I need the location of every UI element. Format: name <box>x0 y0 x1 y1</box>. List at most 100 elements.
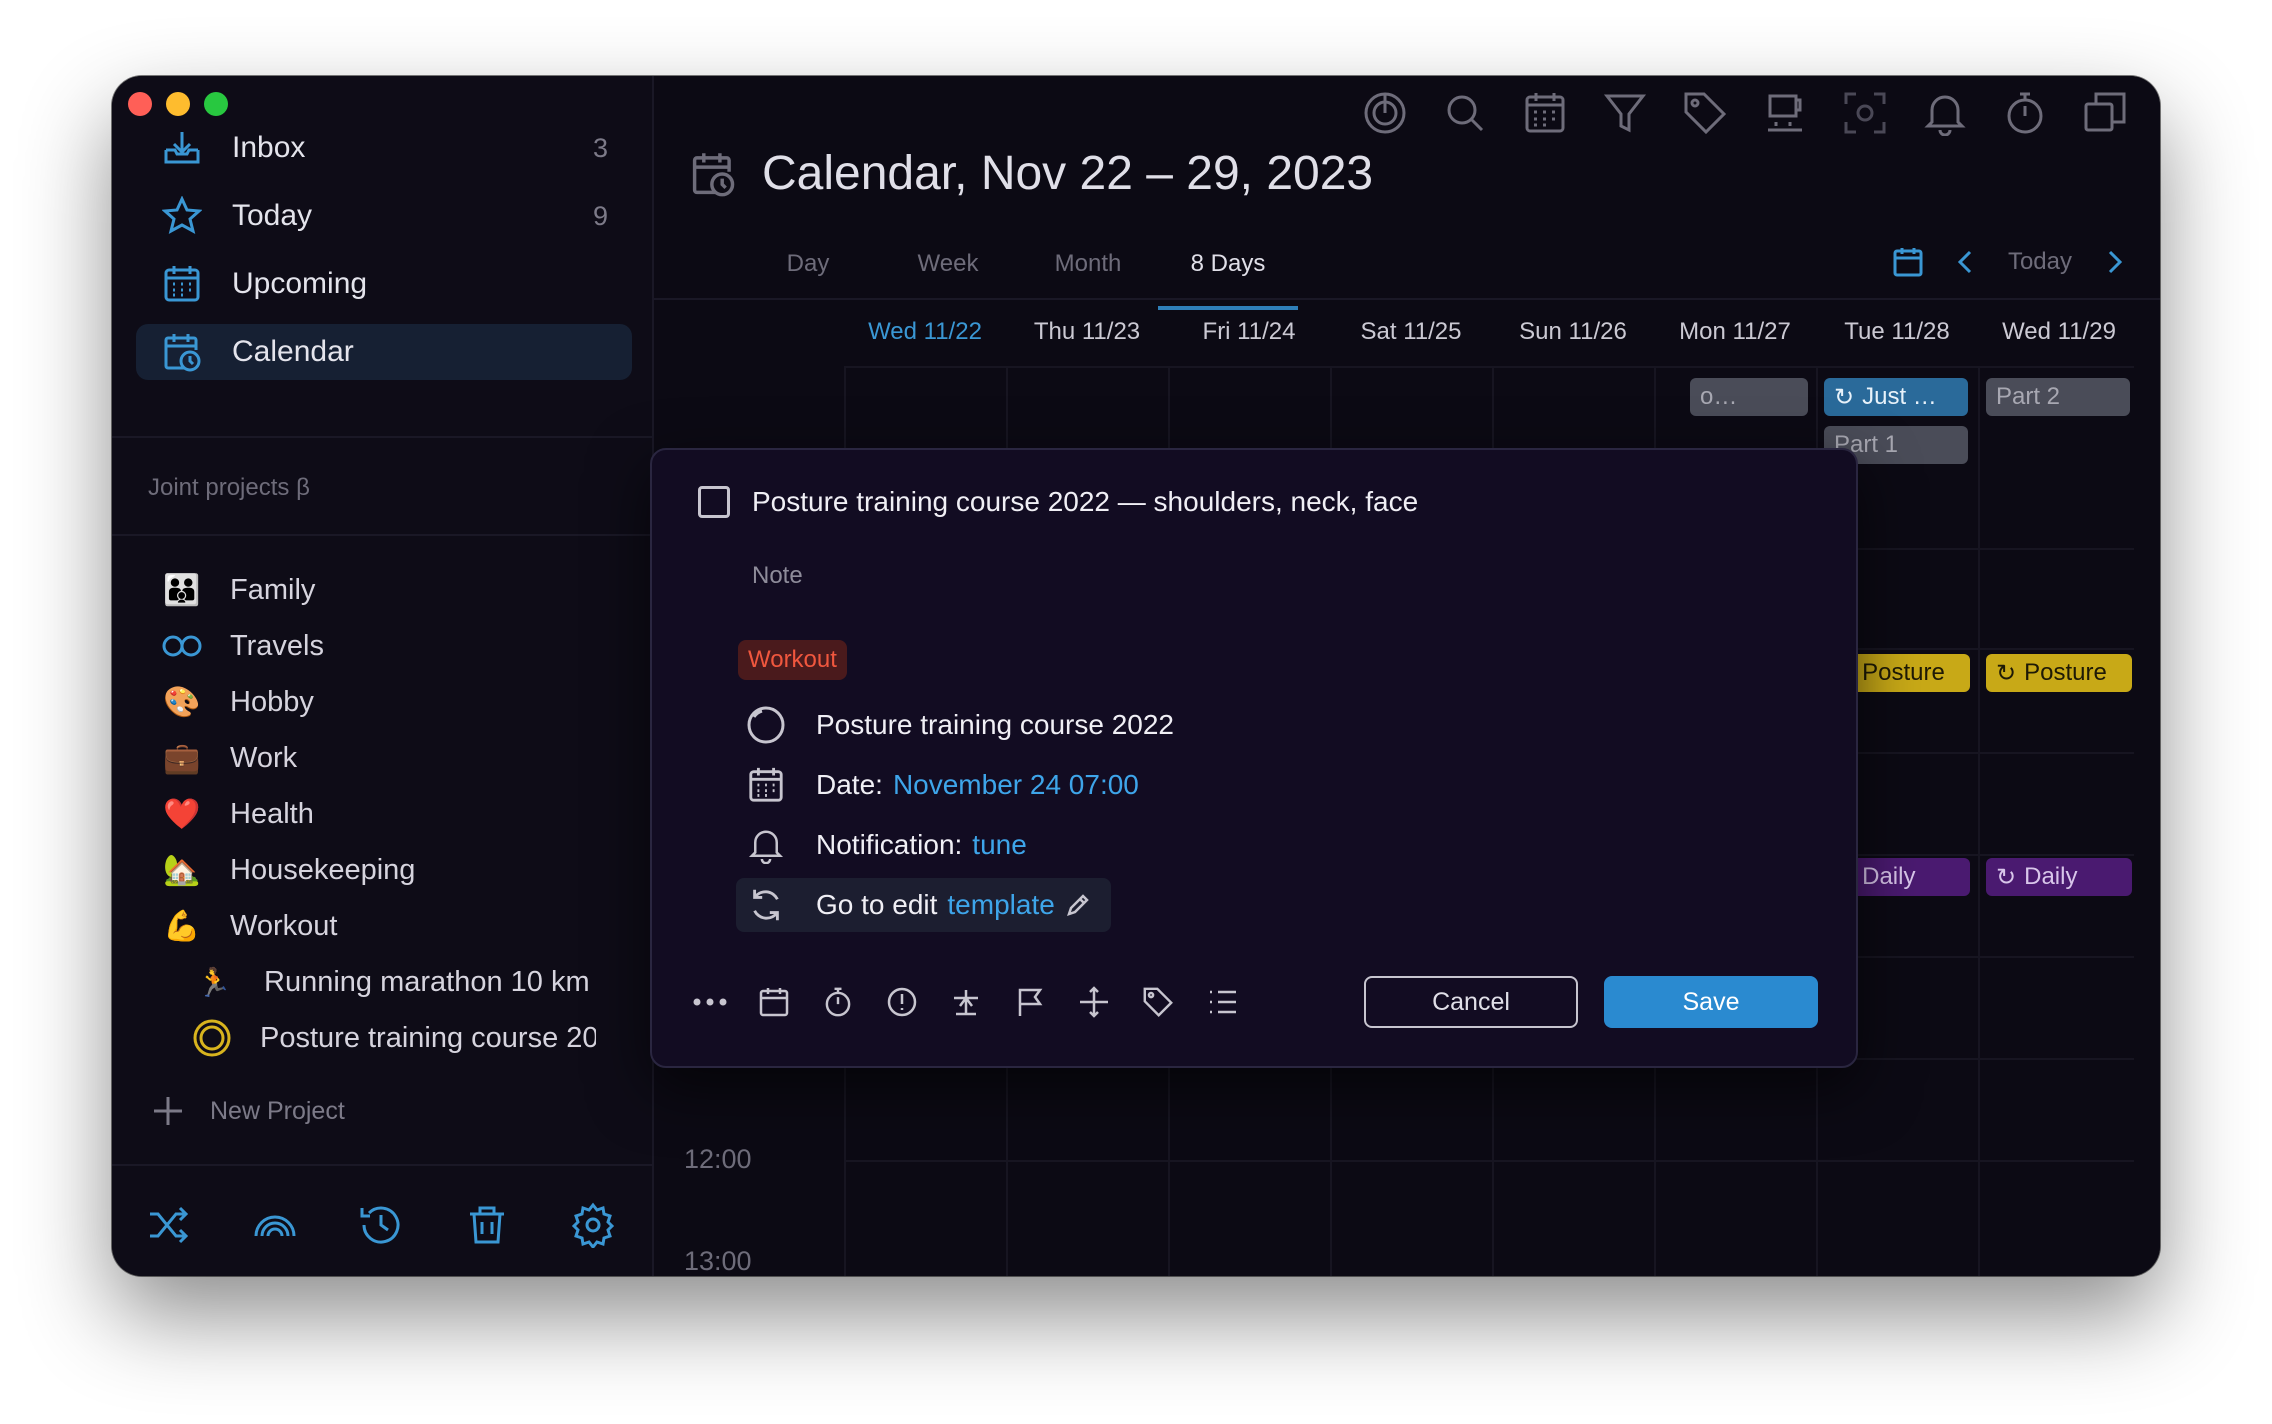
filter-icon[interactable] <box>1602 90 1648 136</box>
project-housekeeping[interactable]: 🏡 Housekeeping <box>136 844 415 896</box>
calendar-event[interactable]: ↻ Just … <box>1824 378 1968 416</box>
project-health[interactable]: ❤️ Health <box>136 788 314 840</box>
bell-icon[interactable] <box>1922 90 1968 136</box>
day-header[interactable]: Wed 11/29 <box>1978 318 2140 346</box>
date-picker-icon[interactable] <box>1892 246 1924 278</box>
notification-label: Notification: <box>816 829 963 860</box>
day-header[interactable]: Sun 11/26 <box>1492 318 1654 346</box>
sidebar-item-upcoming[interactable]: Upcoming <box>136 256 632 312</box>
day-header[interactable]: Thu 11/23 <box>1006 318 1168 346</box>
sidebar-item-calendar[interactable]: Calendar <box>136 324 632 380</box>
screenshot-frame-icon[interactable] <box>1842 90 1888 136</box>
zoom-window-button[interactable] <box>204 92 228 116</box>
tag-icon[interactable] <box>1136 980 1180 1024</box>
app-window: Inbox 3 Today 9 Upcoming Calendar Joint … <box>112 76 2160 1276</box>
calendar-clock-icon <box>692 152 735 196</box>
shuffle-icon[interactable] <box>146 1202 192 1248</box>
priority-icon[interactable] <box>880 980 924 1024</box>
date-row[interactable]: Date: November 24 07:00 <box>736 758 1139 812</box>
calendar-event[interactable]: o… <box>1690 378 1808 416</box>
tag-icon[interactable] <box>1682 90 1728 136</box>
ahead-icon[interactable] <box>944 980 988 1024</box>
close-window-button[interactable] <box>128 92 152 116</box>
sidebar-item-inbox[interactable]: Inbox 3 <box>136 120 632 176</box>
flag-icon[interactable] <box>1008 980 1052 1024</box>
progress-ring-icon <box>744 703 788 747</box>
edit-template-row[interactable]: Go to edit template <box>736 878 1111 932</box>
calendar-event[interactable]: ↻ Posture <box>1986 654 2132 692</box>
note-field[interactable]: Note <box>752 562 803 590</box>
day-header[interactable]: Mon 11/27 <box>1654 318 1816 346</box>
star-icon <box>160 194 204 238</box>
gear-icon[interactable] <box>570 1202 616 1248</box>
stopwatch-icon[interactable] <box>2002 90 2048 136</box>
project-label: Hobby <box>230 685 314 718</box>
calendar-icon[interactable] <box>752 980 796 1024</box>
sidebar-item-label: Inbox <box>232 131 306 164</box>
today-button[interactable]: Today <box>2008 248 2072 276</box>
rainbow-icon[interactable] <box>252 1202 298 1248</box>
subproject-posture-training[interactable]: Posture training course 2022 <box>192 1012 596 1064</box>
upcoming-calendar-icon <box>160 262 204 306</box>
cancel-button[interactable]: Cancel <box>1364 976 1578 1028</box>
task-title[interactable]: Posture training course 2022 — shoulders… <box>752 486 1418 518</box>
new-project-label: New Project <box>210 1096 345 1125</box>
trash-icon[interactable] <box>464 1202 510 1248</box>
history-icon[interactable] <box>358 1202 404 1248</box>
bicep-emoji-icon: 💪 <box>163 909 201 943</box>
calendar-icon <box>744 763 788 807</box>
save-button[interactable]: Save <box>1604 976 1818 1028</box>
tab-8-days[interactable]: 8 Days <box>1158 246 1298 310</box>
subproject-running-marathon[interactable]: 🏃 Running marathon 10 km <box>192 956 596 1008</box>
project-work[interactable]: 💼 Work <box>136 732 297 784</box>
coffee-break-icon[interactable] <box>1762 90 1808 136</box>
search-icon[interactable] <box>1442 90 1488 136</box>
calendar-icon[interactable] <box>1522 90 1568 136</box>
tag-badge[interactable]: Workout <box>738 640 847 680</box>
minimize-window-button[interactable] <box>166 92 190 116</box>
task-complete-checkbox[interactable] <box>698 486 730 518</box>
move-icon[interactable] <box>1072 980 1116 1024</box>
house-emoji-icon: 🏡 <box>163 853 201 887</box>
repeat-icon <box>744 883 788 927</box>
focus-target-icon[interactable] <box>1362 90 1408 136</box>
chevron-right-icon[interactable] <box>2102 248 2126 276</box>
sidebar-item-label: Calendar <box>232 335 354 368</box>
tab-day[interactable]: Day <box>738 246 878 306</box>
chevron-left-icon[interactable] <box>1954 248 1978 276</box>
project-row[interactable]: Posture training course 2022 <box>736 698 1174 752</box>
inbox-icon <box>160 126 204 170</box>
day-header[interactable]: Wed 11/22 <box>844 318 1006 346</box>
date-value[interactable]: November 24 07:00 <box>893 769 1139 801</box>
notification-value[interactable]: tune <box>972 829 1027 861</box>
new-project-button[interactable]: New Project <box>152 1086 345 1136</box>
repeat-icon: ↻ <box>1996 659 2017 687</box>
calendar-event[interactable]: ↻ Daily <box>1986 858 2132 896</box>
day-header[interactable]: Tue 11/28 <box>1816 318 1978 346</box>
header-divider <box>654 298 2160 300</box>
project-label: Housekeeping <box>230 853 416 886</box>
calendar-navigation: Today <box>1892 246 2126 278</box>
sidebar-item-today[interactable]: Today 9 <box>136 188 632 244</box>
tab-month[interactable]: Month <box>1018 246 1158 306</box>
day-header[interactable]: Sat 11/25 <box>1330 318 1492 346</box>
day-header[interactable]: Fri 11/24 <box>1168 318 1330 346</box>
view-tabs: Day Week Month 8 Days <box>738 246 1298 310</box>
tab-week[interactable]: Week <box>878 246 1018 306</box>
more-icon[interactable] <box>688 980 732 1024</box>
event-label: Posture <box>1862 659 1945 686</box>
project-travels[interactable]: Travels <box>136 620 324 672</box>
project-workout[interactable]: 💪 Workout <box>136 900 337 952</box>
project-hobby[interactable]: 🎨 Hobby <box>136 676 314 728</box>
copy-window-icon[interactable] <box>2082 90 2128 136</box>
event-label: Posture <box>2024 659 2107 686</box>
project-family[interactable]: 👪 Family <box>136 564 315 616</box>
sidebar-item-label: Today <box>232 199 313 232</box>
calendar-event[interactable]: Part 2 <box>1986 378 2130 416</box>
checklist-icon[interactable] <box>1200 980 1244 1024</box>
section-label[interactable]: Joint projects β <box>148 474 310 502</box>
notification-row[interactable]: Notification: tune <box>736 818 1027 872</box>
calendar-clock-icon <box>160 330 204 374</box>
template-link[interactable]: template <box>947 889 1054 921</box>
stopwatch-icon[interactable] <box>816 980 860 1024</box>
